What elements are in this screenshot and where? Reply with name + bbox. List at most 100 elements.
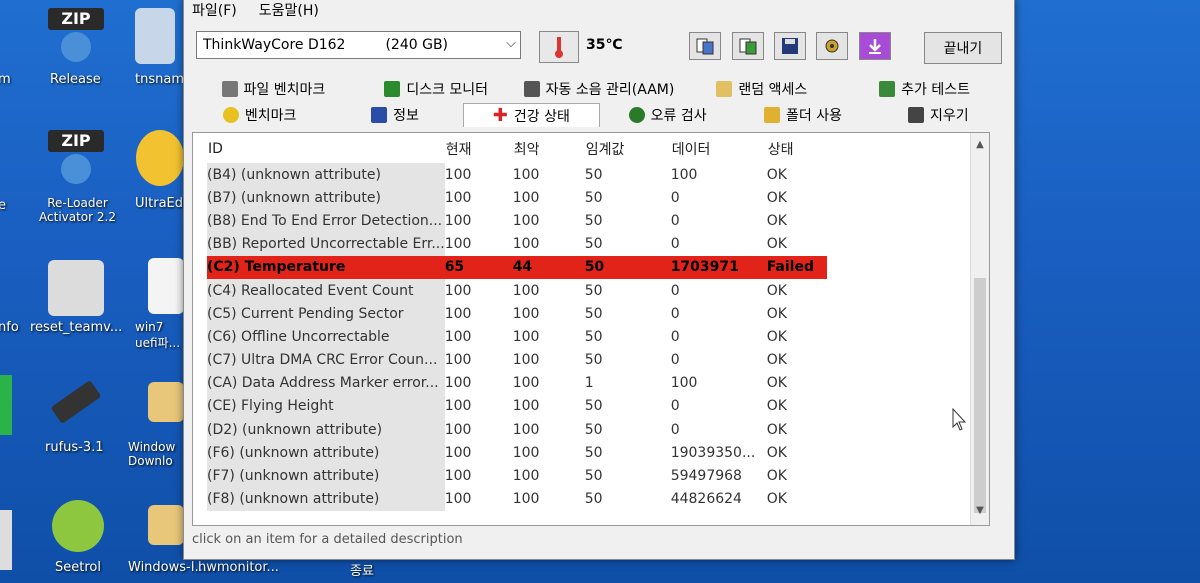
speaker-icon xyxy=(523,81,540,97)
cell-id: (C7) Ultra DMA CRC Error Coun... xyxy=(207,348,445,372)
cell-threshold: 50 xyxy=(584,305,603,322)
win7-file-icon[interactable] xyxy=(148,258,184,314)
table-row[interactable]: (F6) (unknown attribute) 100 100 50 19039350… xyxy=(207,441,827,465)
cell-data: 0 xyxy=(670,282,680,299)
cell-status: OK xyxy=(766,166,787,183)
menu-help[interactable]: 도움말(H) xyxy=(259,0,319,20)
cell-data: 0 xyxy=(670,189,680,206)
usb-drive-icon[interactable] xyxy=(50,380,104,424)
cell-status: OK xyxy=(766,491,787,508)
cell-id: (B7) (unknown attribute) xyxy=(207,186,445,210)
extra-tests-icon xyxy=(879,81,896,97)
mouse-cursor-icon xyxy=(952,408,967,431)
file-benchmark-icon xyxy=(221,81,238,97)
col-header-current[interactable]: 현재 xyxy=(445,135,513,163)
vertical-scrollbar[interactable]: ▲ ▼ xyxy=(970,133,989,525)
tab-erase[interactable]: 지우기 xyxy=(871,103,1006,127)
table-row[interactable]: (C6) Offline Uncorrectable 100 100 50 0 OK xyxy=(207,325,827,349)
exit-button[interactable]: 끝내기 xyxy=(924,32,1002,64)
cell-worst: 100 xyxy=(512,305,540,322)
magnifier-icon xyxy=(628,107,645,123)
cell-data: 0 xyxy=(670,236,680,253)
reloader-zip-icon[interactable]: ZIP xyxy=(48,130,104,186)
drive-select[interactable]: ThinkWayCore D162 (240 GB) ⌵ xyxy=(196,31,521,59)
seetrol-label: Seetrol xyxy=(55,560,101,575)
cell-threshold: 50 xyxy=(584,444,603,461)
col-header-id[interactable]: ID xyxy=(207,135,445,163)
cell-threshold: 50 xyxy=(584,212,603,229)
menu-file[interactable]: 파일(F) xyxy=(192,0,237,20)
cell-current: 100 xyxy=(444,375,472,392)
options-icon[interactable] xyxy=(816,32,848,60)
shutdown-label: 종료 xyxy=(350,564,374,579)
chevron-down-icon[interactable]: ⌵ xyxy=(506,36,516,51)
table-row[interactable]: (CA) Data Address Marker error... 100 100 1… xyxy=(207,371,827,395)
cell-threshold: 50 xyxy=(584,468,603,485)
cell-threshold: 50 xyxy=(584,398,603,415)
tab-disk-monitor[interactable]: 디스크 모니터 xyxy=(355,77,518,101)
table-row[interactable]: (D2) (unknown attribute) 100 100 50 0 OK xyxy=(207,418,827,442)
windows-installer-icon[interactable] xyxy=(148,505,184,545)
tab-aam[interactable]: 자동 소음 관리(AAM) xyxy=(518,77,681,101)
windows-download-icon[interactable] xyxy=(148,382,184,422)
cell-worst: 100 xyxy=(512,375,540,392)
col-header-status[interactable]: 상태 xyxy=(767,135,827,163)
drive-name: ThinkWayCore D162 xyxy=(203,37,346,53)
table-row[interactable]: (C5) Current Pending Sector 100 100 50 0 OK xyxy=(207,302,827,326)
table-row[interactable]: (B7) (unknown attribute) 100 100 50 0 OK xyxy=(207,186,827,210)
desktop-label-edge1: m xyxy=(0,72,11,87)
tab-benchmark[interactable]: 벤치마크 xyxy=(192,103,327,127)
col-header-data[interactable]: 데이터 xyxy=(671,135,767,163)
table-row[interactable]: (B8) End To End Error Detection... 100 100… xyxy=(207,209,827,233)
table-row[interactable]: (BB) Reported Uncorrectable Err... 100 100… xyxy=(207,232,827,256)
table-row[interactable]: (CE) Flying Height 100 100 50 0 OK xyxy=(207,394,827,419)
scroll-up-icon[interactable]: ▲ xyxy=(971,139,989,155)
cell-status: OK xyxy=(766,468,787,485)
cell-worst: 100 xyxy=(512,328,540,345)
menu-bar: 파일(F) 도움말(H) xyxy=(184,0,1014,21)
cell-status: OK xyxy=(766,398,787,415)
tab-extra-tests[interactable]: 추가 테스트 xyxy=(843,77,1006,101)
table-row[interactable]: (B4) (unknown attribute) 100 100 50 100 OK xyxy=(207,163,827,187)
tnsnames-label: tnsnam xyxy=(135,72,184,87)
cell-current: 100 xyxy=(444,421,472,438)
disk-monitor-icon xyxy=(384,81,401,97)
release-label: Release xyxy=(50,72,101,87)
tab-file-benchmark[interactable]: 파일 벤치마크 xyxy=(192,77,355,101)
tab-row-bottom: 벤치마크 정보 ✚ 건강 상태 오류 검사 폴더 사용 지우기 xyxy=(192,103,1006,127)
reset-teamviewer-icon[interactable] xyxy=(48,260,104,316)
tab-folder-usage[interactable]: 폴더 사용 xyxy=(735,103,870,127)
release-zip-icon[interactable]: ZIP xyxy=(48,8,104,64)
seetrol-icon[interactable] xyxy=(52,500,104,552)
table-row[interactable]: (C7) Ultra DMA CRC Error Coun... 100 100 50… xyxy=(207,348,827,372)
cell-threshold: 50 xyxy=(584,166,603,183)
thermometer-icon xyxy=(539,31,579,63)
tnsnames-file-icon[interactable] xyxy=(135,8,175,64)
ultraedit-icon[interactable] xyxy=(136,130,184,186)
table-row[interactable]: (C4) Reallocated Event Count 100 100 50 0 OK xyxy=(207,278,827,303)
scrollbar-thumb[interactable] xyxy=(974,278,986,513)
save-icon[interactable] xyxy=(774,32,806,60)
copy-info-icon[interactable] xyxy=(689,32,721,60)
cell-id: (CA) Data Address Marker error... xyxy=(207,371,445,395)
col-header-threshold[interactable]: 임계값 xyxy=(585,135,671,163)
tab-random-access[interactable]: 랜덤 액세스 xyxy=(680,77,843,101)
table-row[interactable]: (F8) (unknown attribute) 100 100 50 44826624… xyxy=(207,487,827,511)
cell-id: (CE) Flying Height xyxy=(207,394,445,419)
scroll-down-icon[interactable]: ▼ xyxy=(971,505,989,521)
green-app-icon[interactable] xyxy=(0,375,12,435)
cell-current: 100 xyxy=(444,468,472,485)
tab-health[interactable]: ✚ 건강 상태 xyxy=(462,103,600,127)
cell-status: Failed xyxy=(766,255,827,279)
copy-all-icon[interactable] xyxy=(732,32,764,60)
tab-info[interactable]: 정보 xyxy=(327,103,462,127)
download-icon[interactable] xyxy=(859,32,891,60)
table-row[interactable]: (F7) (unknown attribute) 100 100 50 59497968… xyxy=(207,464,827,488)
cell-data: 0 xyxy=(670,352,680,369)
file-icon[interactable] xyxy=(0,510,12,570)
table-row[interactable]: (C2) Temperature 65 44 50 1703971 Failed xyxy=(207,255,827,279)
tab-error-scan[interactable]: 오류 검사 xyxy=(600,103,735,127)
col-header-worst[interactable]: 최악 xyxy=(513,135,585,163)
cell-status: OK xyxy=(766,236,787,253)
windows-installer-label: Windows-I... xyxy=(128,560,207,575)
